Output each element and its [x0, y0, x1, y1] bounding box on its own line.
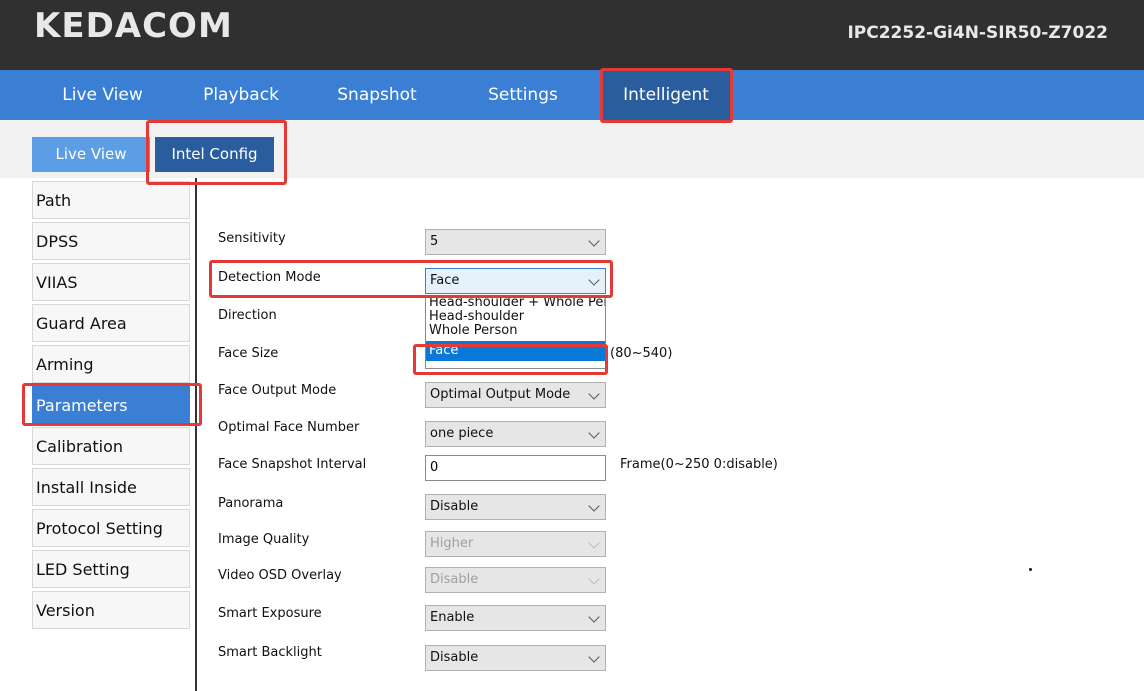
- direction-label: Direction: [218, 308, 277, 323]
- sidebar-item-calibration[interactable]: Calibration: [32, 427, 190, 465]
- video-osd-overlay-value: Disable: [430, 572, 479, 587]
- smart-backlight-select[interactable]: Disable: [425, 645, 606, 671]
- tab-settings[interactable]: Settings: [458, 70, 588, 120]
- chevron-down-icon: [588, 611, 600, 623]
- kedacom-logo: KEDACOM: [34, 6, 233, 46]
- top-bar: KEDACOM IPC2252-Gi4N-SIR50-Z7022: [0, 0, 1144, 70]
- detection-mode-select[interactable]: Face: [425, 268, 606, 294]
- smart-backlight-label: Smart Backlight: [218, 645, 322, 660]
- sidebar-item-arming[interactable]: Arming: [32, 345, 190, 383]
- detection-mode-dropdown: Head-shoulder + Whole Person Head-should…: [425, 295, 606, 369]
- sidebar-item-dpss[interactable]: DPSS: [32, 222, 190, 260]
- option-head-shoulder[interactable]: Head-shoulder: [426, 310, 605, 324]
- smart-backlight-value: Disable: [430, 650, 479, 665]
- smart-exposure-select[interactable]: Enable: [425, 605, 606, 631]
- tab-intelligent[interactable]: Intelligent: [601, 70, 731, 120]
- face-snapshot-interval-hint: Frame(0~250 0:disable): [620, 457, 778, 472]
- video-osd-overlay-select: Disable: [425, 567, 606, 593]
- detection-mode-label: Detection Mode: [218, 270, 321, 285]
- sensitivity-value: 5: [430, 234, 439, 249]
- optimal-face-number-label: Optimal Face Number: [218, 420, 360, 435]
- cursor-dot: [1029, 568, 1032, 571]
- sidebar-item-install-inside[interactable]: Install Inside: [32, 468, 190, 506]
- image-quality-select: Higher: [425, 531, 606, 557]
- face-output-mode-value: Optimal Output Mode: [430, 387, 571, 402]
- sidebar-item-version[interactable]: Version: [32, 591, 190, 629]
- sidebar-item-parameters[interactable]: Parameters: [32, 386, 190, 424]
- smart-exposure-label: Smart Exposure: [218, 606, 322, 621]
- optimal-face-number-value: one piece: [430, 426, 494, 441]
- chevron-down-icon: [588, 651, 600, 663]
- chevron-down-icon: [588, 274, 600, 286]
- smart-exposure-value: Enable: [430, 610, 475, 625]
- face-snapshot-interval-label: Face Snapshot Interval: [218, 457, 367, 472]
- chevron-down-icon: [588, 573, 600, 585]
- face-size-hint: (80~540): [610, 346, 673, 361]
- tab-snapshot[interactable]: Snapshot: [312, 70, 442, 120]
- main-nav: Live View Playback Snapshot Settings Int…: [0, 70, 1144, 120]
- sensitivity-label: Sensitivity: [218, 231, 286, 246]
- face-size-label: Face Size: [218, 346, 279, 361]
- optimal-face-number-select[interactable]: one piece: [425, 421, 606, 447]
- tab-live-view[interactable]: Live View: [35, 70, 170, 120]
- subtab-intel-config[interactable]: Intel Config: [155, 137, 274, 172]
- chevron-down-icon: [588, 388, 600, 400]
- panorama-label: Panorama: [218, 496, 284, 511]
- sidebar-item-protocol-setting[interactable]: Protocol Setting: [32, 509, 190, 547]
- chevron-down-icon: [588, 500, 600, 512]
- video-osd-overlay-label: Video OSD Overlay: [218, 568, 342, 583]
- panorama-value: Disable: [430, 499, 479, 514]
- option-head-shoulder-whole-person[interactable]: Head-shoulder + Whole Person: [426, 296, 605, 310]
- face-output-mode-label: Face Output Mode: [218, 383, 337, 398]
- sidebar-item-led-setting[interactable]: LED Setting: [32, 550, 190, 588]
- sensitivity-select[interactable]: 5: [425, 229, 606, 255]
- tab-playback[interactable]: Playback: [176, 70, 306, 120]
- detection-mode-value: Face: [430, 273, 460, 288]
- option-face[interactable]: Face: [426, 341, 605, 361]
- face-output-mode-select[interactable]: Optimal Output Mode: [425, 382, 606, 408]
- face-snapshot-interval-input[interactable]: 0: [425, 455, 606, 481]
- sidebar-item-guard-area[interactable]: Guard Area: [32, 304, 190, 342]
- image-quality-value: Higher: [430, 536, 474, 551]
- sidebar-item-viias[interactable]: VIIAS: [32, 263, 190, 301]
- device-model: IPC2252-Gi4N-SIR50-Z7022: [847, 23, 1108, 43]
- panorama-select[interactable]: Disable: [425, 494, 606, 520]
- chevron-down-icon: [588, 235, 600, 247]
- option-whole-person[interactable]: Whole Person: [426, 324, 605, 338]
- sidebar-item-path[interactable]: Path: [32, 181, 190, 219]
- image-quality-label: Image Quality: [218, 532, 310, 547]
- subtab-live-view[interactable]: Live View: [32, 137, 150, 172]
- chevron-down-icon: [588, 537, 600, 549]
- content-divider: [195, 178, 197, 691]
- chevron-down-icon: [588, 427, 600, 439]
